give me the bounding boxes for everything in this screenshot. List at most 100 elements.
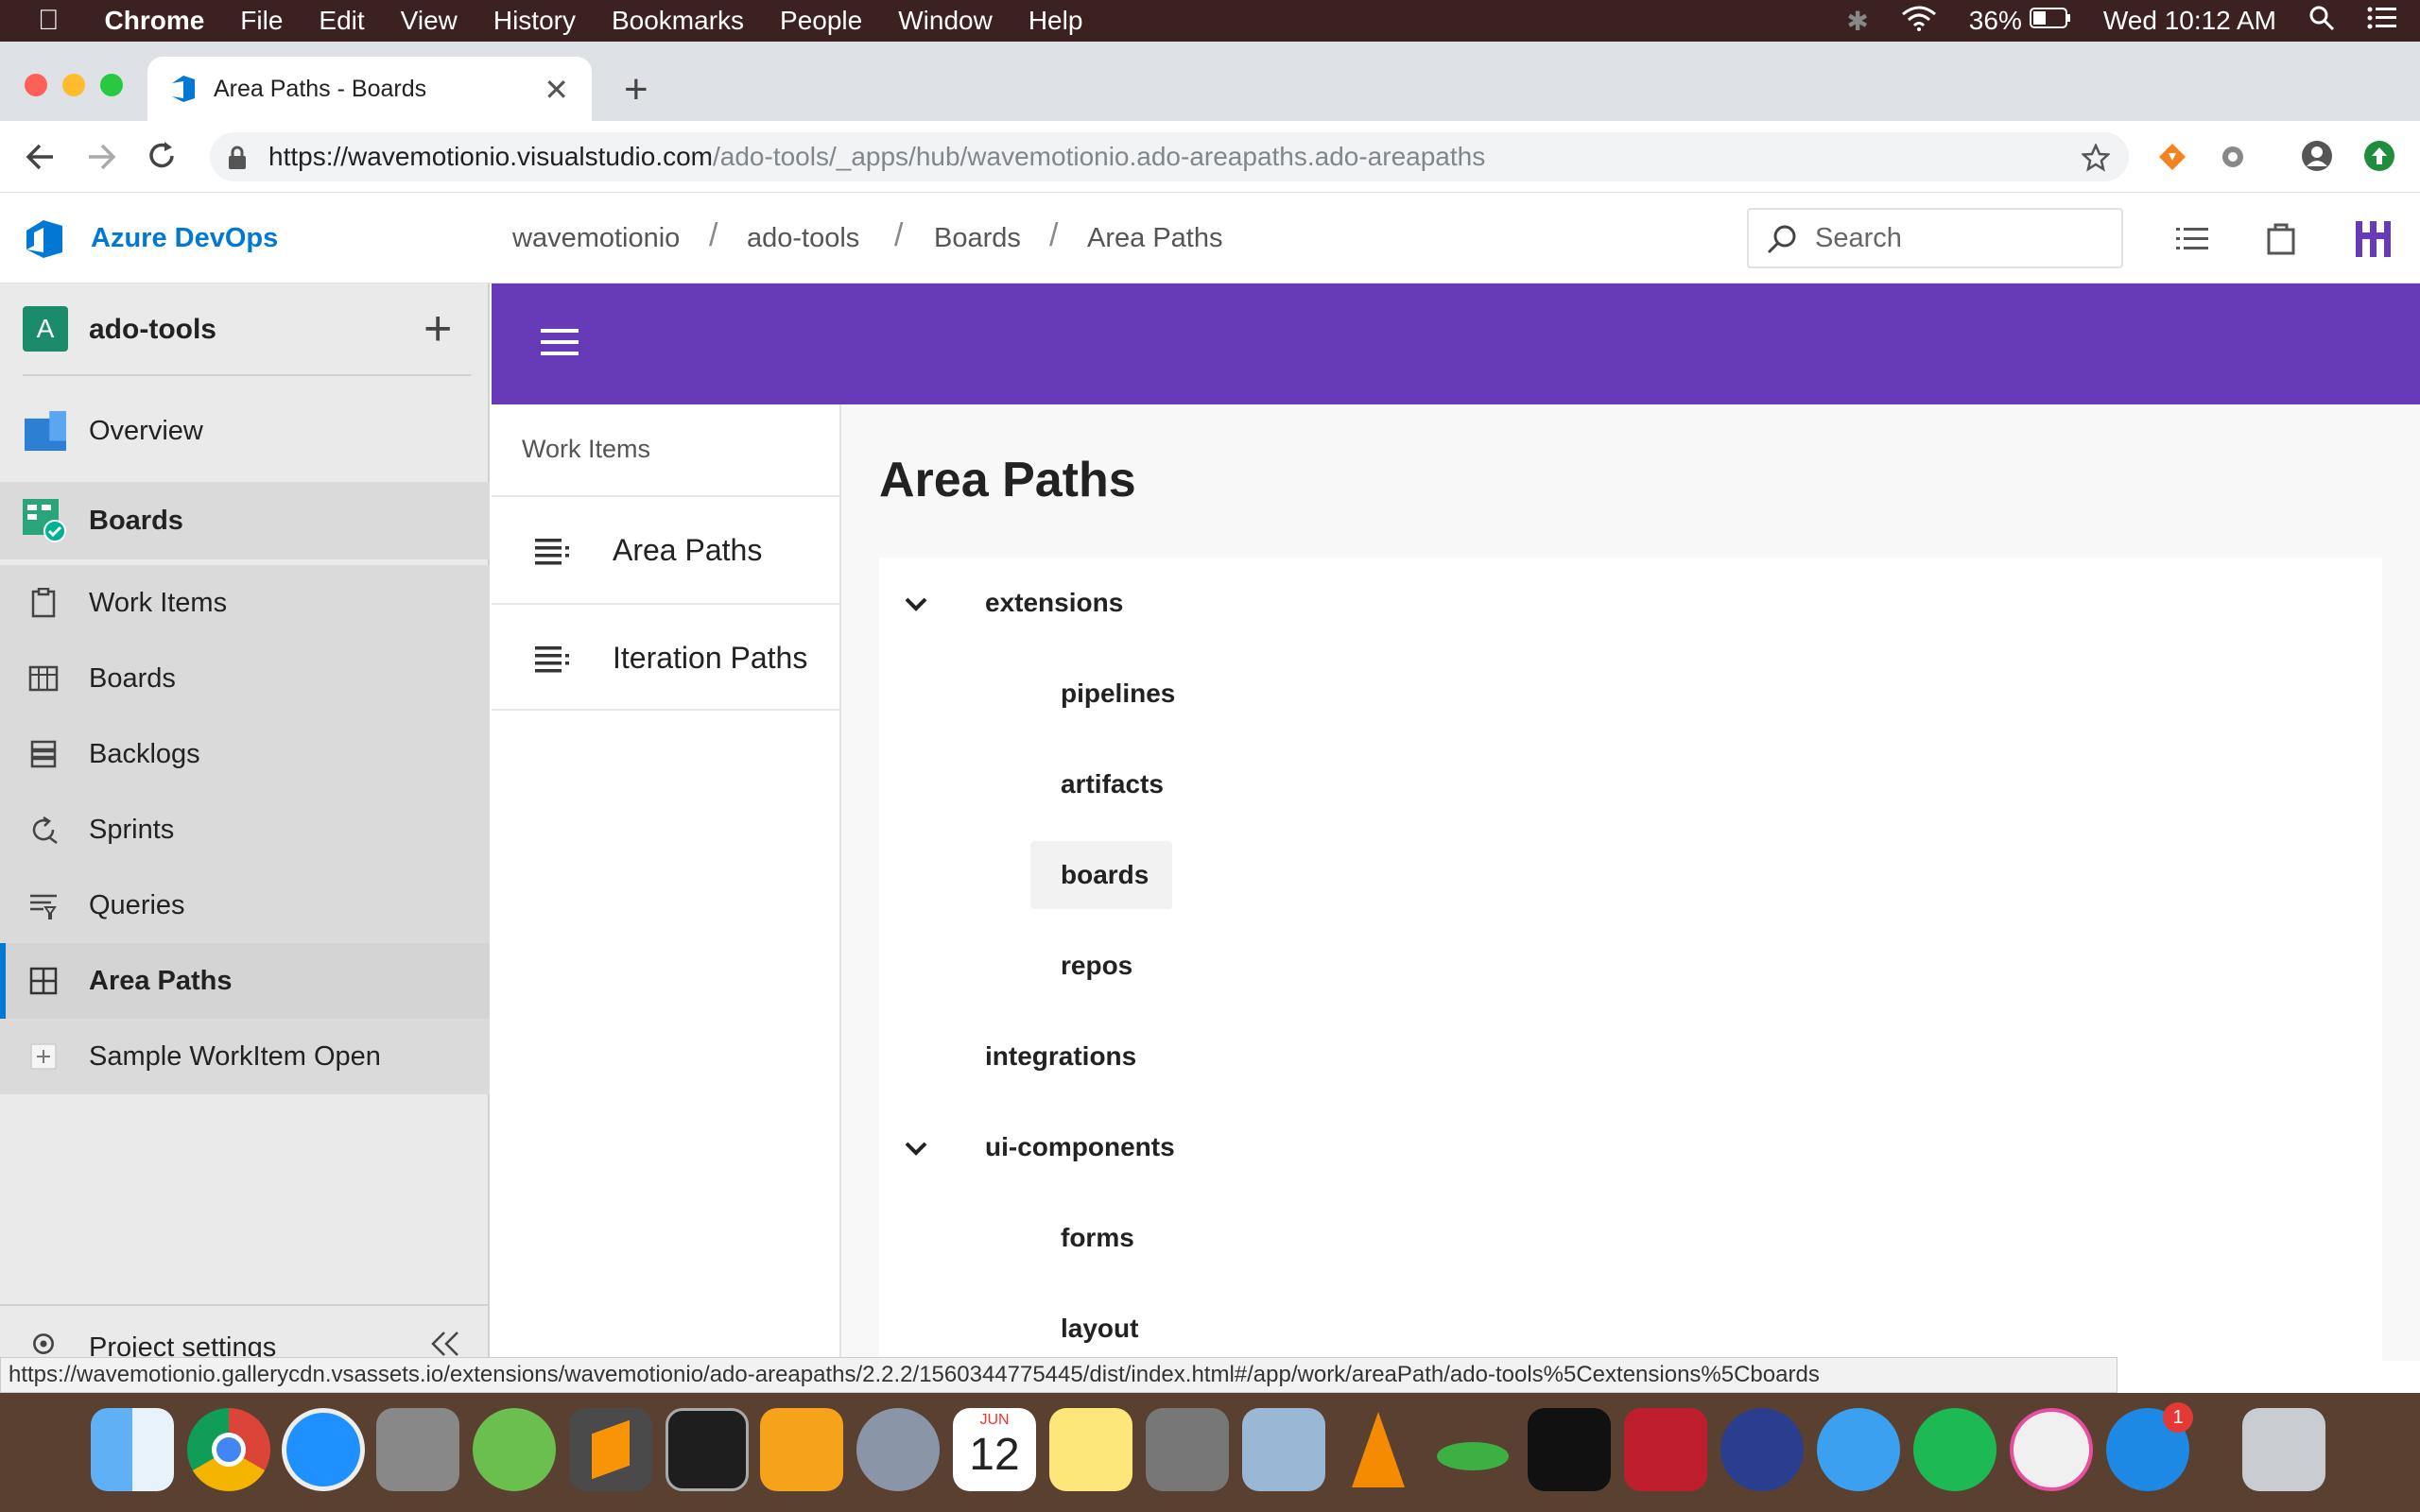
subnav-item-area-paths[interactable]: Area Paths	[492, 495, 839, 603]
sidebar-item-label: Boards	[89, 505, 183, 536]
window-minimize-button[interactable]	[62, 74, 85, 96]
calendar-month: JUN	[979, 1412, 1010, 1428]
spotlight-icon[interactable]	[2308, 5, 2335, 38]
tree-node[interactable]: integrations	[985, 1041, 1136, 1072]
chevron-down-icon[interactable]	[902, 590, 930, 618]
calculator-icon[interactable]	[376, 1408, 459, 1491]
genie-lamp-icon[interactable]	[1431, 1408, 1514, 1491]
filezilla-icon[interactable]	[1624, 1408, 1707, 1491]
breadcrumb-organization[interactable]: wavemotionio	[512, 223, 680, 254]
breadcrumb-area-paths[interactable]: Area Paths	[1087, 223, 1222, 254]
clock[interactable]: Wed 10:12 AM	[2103, 6, 2276, 36]
apple-menu-icon[interactable]: 	[38, 5, 60, 37]
finder-icon[interactable]	[91, 1408, 174, 1491]
back-icon[interactable]	[25, 142, 57, 172]
tree-node[interactable]: artifacts	[1061, 769, 1164, 799]
marketplace-bag-icon[interactable]	[2267, 221, 2295, 255]
launchpad-icon[interactable]	[856, 1408, 940, 1491]
sidebar-item-work-items[interactable]: Work Items	[0, 565, 490, 641]
menu-window[interactable]: Window	[898, 6, 993, 36]
project-name[interactable]: ado-tools	[89, 314, 216, 346]
p-app-icon[interactable]	[1528, 1408, 1611, 1491]
menu-file[interactable]: File	[240, 6, 283, 36]
azure-devops-logo-icon[interactable]	[23, 217, 66, 261]
task-list-icon[interactable]	[2176, 225, 2208, 253]
calendar-icon[interactable]: JUN 12	[953, 1408, 1036, 1491]
browser-tab[interactable]: Area Paths - Boards ✕	[147, 57, 592, 121]
breadcrumb-boards[interactable]: Boards	[934, 223, 1021, 254]
battery-icon[interactable]	[2029, 6, 2071, 36]
sidebar-item-label: Work Items	[89, 587, 228, 618]
extension-diamond-icon[interactable]	[2157, 142, 2187, 172]
tree-node[interactable]: ui-components	[985, 1132, 1175, 1162]
address-bar[interactable]: https://wavemotionio.visualstudio.com/ad…	[210, 132, 2129, 181]
trash-icon[interactable]	[2242, 1408, 2325, 1491]
tree-node[interactable]: pipelines	[1061, 679, 1175, 709]
menu-app-name[interactable]: Chrome	[105, 6, 205, 36]
search-icon	[1767, 225, 1796, 254]
menu-history[interactable]: History	[493, 6, 576, 36]
tree-node[interactable]: forms	[1061, 1223, 1134, 1253]
sidebar-item-boards[interactable]: Boards	[0, 641, 490, 716]
forward-icon[interactable]	[85, 142, 117, 172]
profile-avatar-icon[interactable]	[2301, 140, 2333, 172]
gear-icon[interactable]	[28, 1331, 59, 1357]
boards-hub-icon	[23, 499, 66, 542]
app-store-icon[interactable]: 1	[2106, 1402, 2193, 1491]
chevron-down-icon[interactable]	[902, 1134, 930, 1162]
tree-node[interactable]: repos	[1061, 951, 1132, 981]
subnav-item-iteration-paths[interactable]: Iteration Paths	[492, 603, 839, 711]
messages-icon[interactable]	[1817, 1408, 1900, 1491]
sidebar-item-area-paths[interactable]: Area Paths	[0, 943, 490, 1019]
terminal-icon[interactable]	[666, 1408, 749, 1491]
sidebar-item-label: Sample WorkItem Open	[89, 1040, 381, 1072]
tree-node[interactable]: layout	[1061, 1314, 1138, 1344]
spotify-icon[interactable]	[1913, 1408, 1996, 1491]
sidebar-item-sprints[interactable]: Sprints	[0, 792, 490, 868]
extension-gear-icon[interactable]	[2218, 142, 2248, 172]
reload-icon[interactable]	[146, 140, 178, 172]
user-avatar-icon[interactable]	[2352, 217, 2395, 261]
hamburger-menu-icon[interactable]	[541, 329, 579, 361]
system-preferences-icon[interactable]	[1146, 1408, 1229, 1491]
tree-node[interactable]: extensions	[985, 588, 1123, 618]
menu-bookmarks[interactable]: Bookmarks	[612, 6, 744, 36]
menu-edit[interactable]: Edit	[319, 6, 364, 36]
image-capture-icon[interactable]	[1242, 1408, 1325, 1491]
collapse-sidebar-icon[interactable]	[427, 1331, 461, 1357]
chrome-icon[interactable]	[187, 1408, 270, 1491]
notification-center-icon[interactable]	[2367, 6, 2397, 36]
sidebar-item-backlogs[interactable]: Backlogs	[0, 716, 490, 792]
wifi-icon[interactable]	[1901, 5, 1937, 38]
work-items-icon	[31, 588, 56, 618]
tab-close-icon[interactable]: ✕	[544, 72, 569, 108]
tree-node-selected[interactable]: boards	[1061, 860, 1149, 890]
add-new-button[interactable]: +	[424, 301, 452, 357]
globe-app-icon[interactable]	[473, 1408, 556, 1491]
brand-name[interactable]: Azure DevOps	[91, 223, 278, 254]
safari-icon[interactable]	[282, 1408, 365, 1491]
sidebar-item-overview[interactable]: Overview	[0, 393, 490, 469]
pages-icon[interactable]	[760, 1408, 843, 1491]
sidebar-item-queries[interactable]: Queries	[0, 868, 490, 943]
search-input[interactable]: Search	[1747, 208, 2123, 268]
menu-view[interactable]: View	[401, 6, 458, 36]
bookmark-star-icon[interactable]	[2082, 144, 2110, 172]
sublime-text-icon[interactable]	[569, 1408, 652, 1491]
itunes-icon[interactable]	[2010, 1408, 2093, 1491]
menu-help[interactable]: Help	[1028, 6, 1083, 36]
breadcrumb-project[interactable]: ado-tools	[747, 223, 859, 254]
notes-icon[interactable]	[1049, 1408, 1132, 1491]
new-tab-button[interactable]: +	[624, 66, 648, 113]
lock-icon[interactable]	[227, 146, 248, 170]
project-avatar[interactable]: A	[23, 306, 68, 352]
vlc-icon[interactable]	[1337, 1408, 1420, 1491]
bluetooth-icon[interactable]: ✱	[1846, 6, 1868, 37]
sidebar-item-sample-workitem-open[interactable]: Sample WorkItem Open	[0, 1019, 490, 1094]
sidebar-item-boards-hub[interactable]: Boards	[0, 482, 490, 559]
menu-people[interactable]: People	[780, 6, 862, 36]
dragon-app-icon[interactable]	[1720, 1408, 1804, 1491]
update-arrow-icon[interactable]	[2363, 140, 2395, 172]
window-zoom-button[interactable]	[100, 74, 123, 96]
window-close-button[interactable]	[25, 74, 47, 96]
